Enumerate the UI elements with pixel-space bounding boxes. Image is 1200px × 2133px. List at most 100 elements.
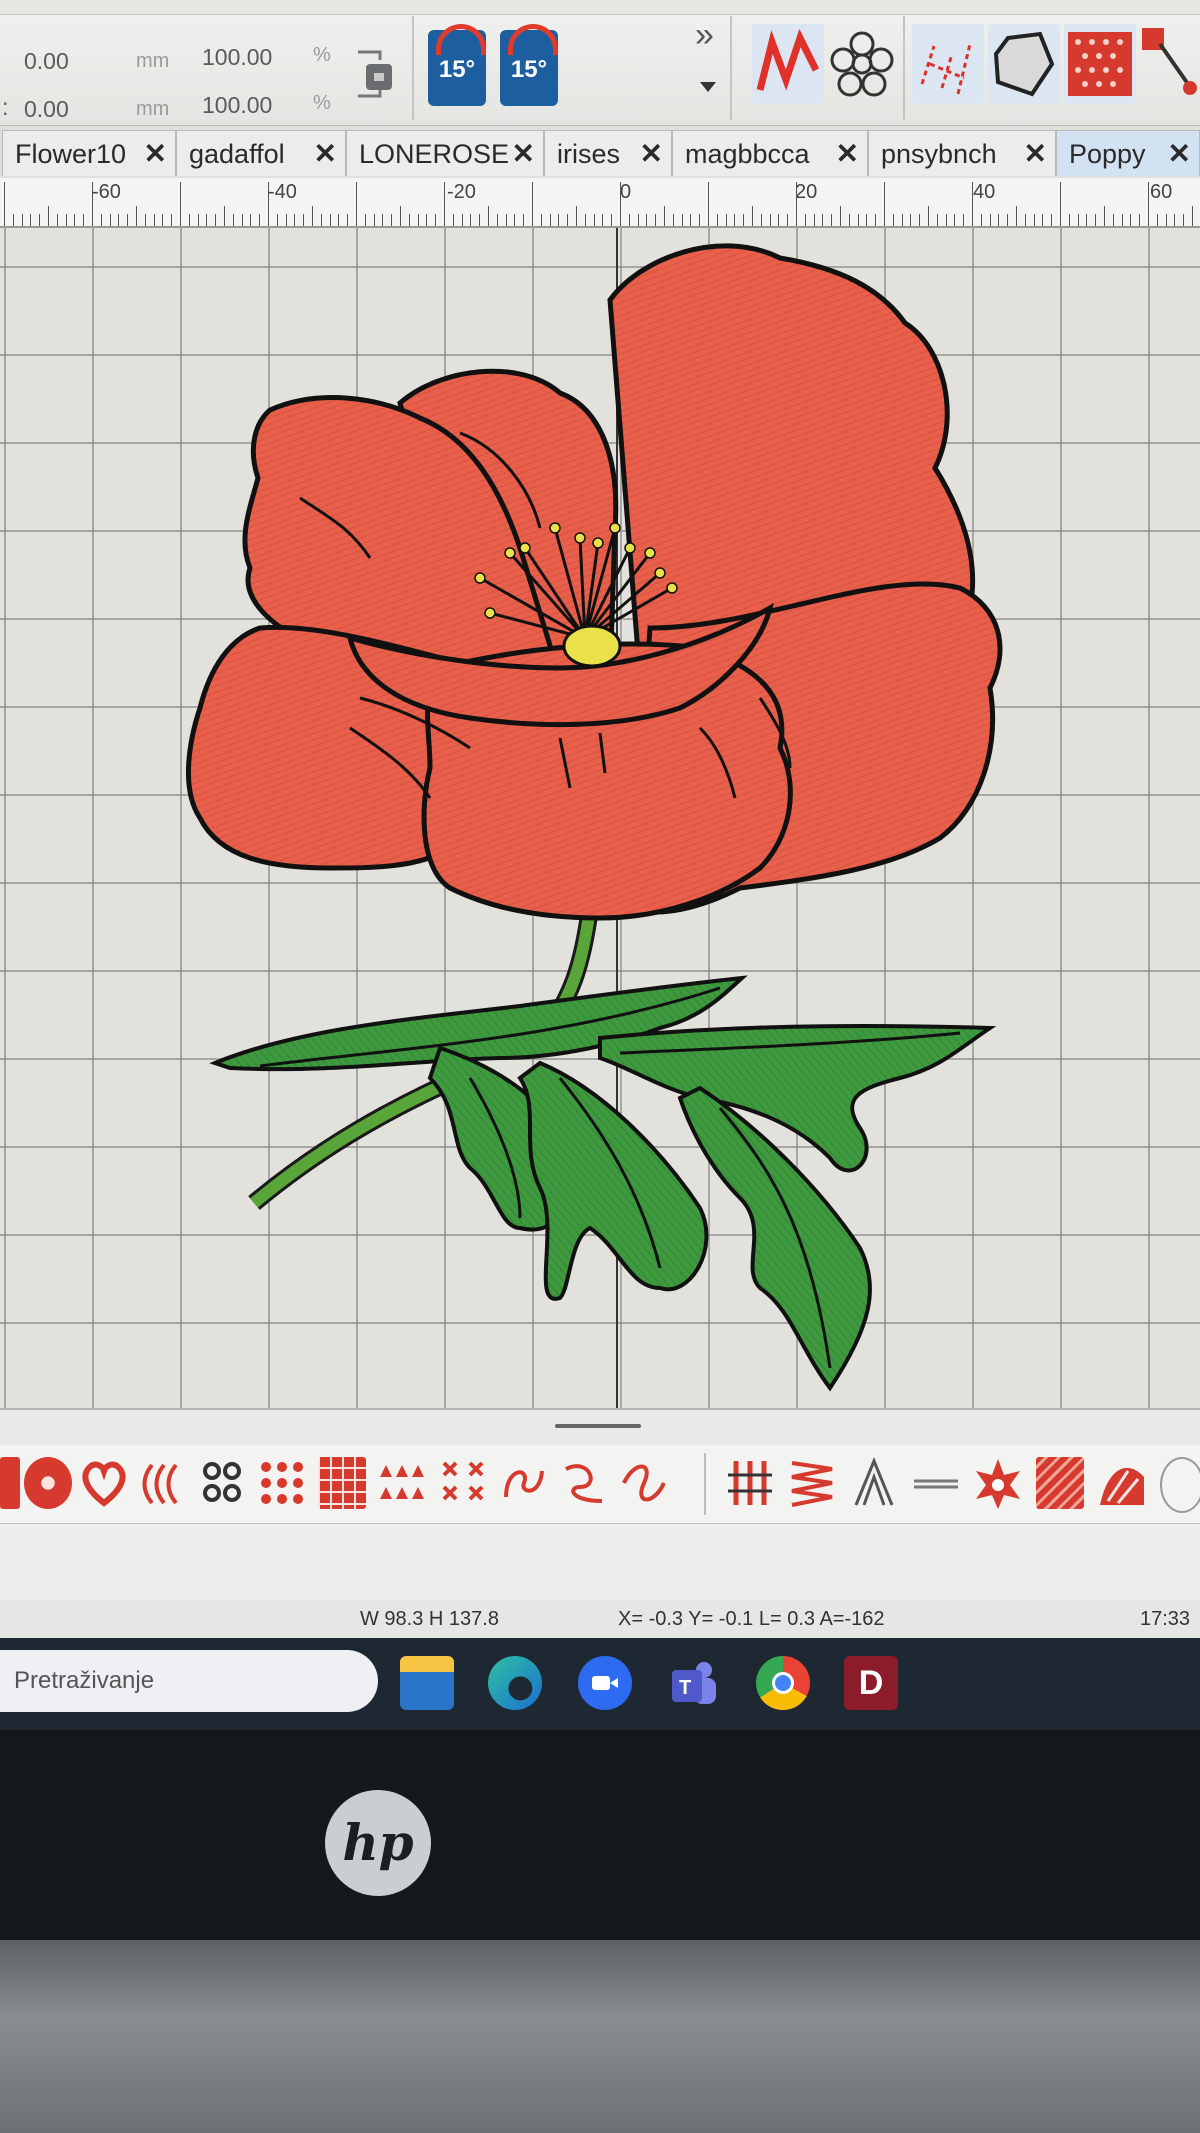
rosette-pattern-icon[interactable] [24, 1457, 72, 1509]
screen: 0.00 : 0.00 mm mm 100.00 100.00 % % 15° … [0, 0, 1200, 1730]
chrome-icon[interactable] [756, 1656, 810, 1710]
triangle-pattern-icon[interactable] [378, 1457, 426, 1509]
polygon-shape-button[interactable] [988, 24, 1060, 104]
lock-ratio-button[interactable] [352, 46, 396, 102]
fill-pattern-button[interactable] [1064, 24, 1136, 104]
search-placeholder: Pretraživanje [14, 1667, 155, 1694]
scatter-stitch-icon [920, 43, 972, 95]
teams-icon[interactable]: T [666, 1656, 720, 1710]
rotate-ccw-button[interactable]: 15° [428, 24, 486, 106]
close-icon[interactable]: ✕ [314, 131, 337, 177]
ruler-tick [1068, 214, 1070, 226]
ruler-tick [92, 182, 93, 226]
ruler-tick [576, 206, 577, 226]
taskbar-search-input[interactable]: Pretraživanje [0, 1650, 378, 1712]
close-icon[interactable]: ✕ [1024, 131, 1047, 177]
ruler-tick [118, 214, 120, 226]
ruler-tick [1121, 214, 1123, 226]
zoom-icon[interactable] [578, 1656, 632, 1710]
close-icon[interactable]: ✕ [512, 131, 535, 177]
more-patterns-icon[interactable] [1160, 1457, 1200, 1513]
file-explorer-icon[interactable] [400, 1656, 454, 1710]
ruler-tick [30, 214, 32, 226]
ruler-tick [752, 206, 753, 226]
panel-splitter[interactable] [0, 1408, 1200, 1447]
cross-pattern-icon[interactable] [440, 1457, 488, 1509]
scatter-stitch-button[interactable] [912, 24, 984, 104]
y-prefix: : [2, 94, 9, 120]
rotate-cw-label: 15° [510, 56, 548, 83]
ruler-tick [4, 182, 5, 226]
zigzag-stitch-button[interactable] [752, 24, 824, 104]
ruler-tick [1148, 182, 1149, 226]
grid-pattern-icon[interactable] [318, 1457, 366, 1509]
swirl-pattern-icon[interactable] [500, 1457, 548, 1509]
tab-lonerose[interactable]: LONEROSE ✕ [346, 130, 544, 176]
ruler-tick [840, 206, 841, 226]
stitchbar-separator [704, 1453, 706, 1515]
y-unit-label: mm [136, 98, 170, 120]
angle-stitch-icon[interactable] [850, 1457, 898, 1509]
ruler-tick [928, 206, 929, 226]
close-icon[interactable]: ✕ [1168, 131, 1191, 177]
polygon-shape-icon [993, 31, 1055, 97]
dropdown-arrow-icon[interactable] [700, 82, 716, 92]
x-position-field[interactable]: 0.00 [24, 48, 69, 75]
line-stitch-icon[interactable] [912, 1457, 960, 1509]
tab-gadaffol[interactable]: gadaffol ✕ [176, 130, 346, 176]
ruler-tick [1024, 214, 1026, 226]
embroidery-app-icon[interactable]: D [844, 1656, 898, 1710]
tab-pnsybnch[interactable]: pnsybnch ✕ [868, 130, 1056, 176]
ruler-tick [452, 214, 454, 226]
stitch-pattern-bar [0, 1445, 1200, 1524]
y-position-field[interactable]: 0.00 [24, 96, 69, 123]
scale-height-field[interactable]: 100.00 [202, 92, 272, 119]
ruler-tick [831, 214, 833, 226]
scale-width-field[interactable]: 100.00 [202, 44, 272, 71]
tab-poppy[interactable]: Poppy ✕ [1056, 130, 1200, 176]
knot-pattern-icon[interactable] [198, 1457, 246, 1509]
dots-pattern-icon[interactable] [258, 1457, 306, 1509]
heart-pattern-icon[interactable] [80, 1457, 128, 1509]
close-icon[interactable]: ✕ [836, 131, 859, 177]
ruler-tick [734, 214, 736, 226]
tatami-fill-icon[interactable] [1036, 1457, 1084, 1509]
hp-logo: hp [325, 1790, 431, 1896]
ruler-tick [813, 214, 815, 226]
satin-stitch-icon[interactable] [788, 1457, 836, 1509]
chevron-double-down-icon[interactable]: » [695, 18, 714, 52]
fill-pattern-icon [1068, 32, 1132, 96]
ruler-tick [1192, 206, 1193, 226]
ruler-label: 40 [973, 181, 996, 203]
ruler-tick [435, 214, 437, 226]
tab-flower10[interactable]: Flower10 ✕ [2, 130, 176, 176]
ruler-tick [760, 214, 762, 226]
ruler-label: 20 [795, 181, 818, 203]
windows-taskbar: Pretraživanje T D [0, 1638, 1200, 1730]
star-stitch-icon[interactable] [974, 1457, 1022, 1509]
pen-tool-button[interactable] [1138, 24, 1200, 104]
poppy-embroidery-design[interactable] [0, 228, 1200, 1408]
flower-outline-button[interactable] [826, 24, 898, 104]
close-icon[interactable]: ✕ [640, 131, 663, 177]
wave-pattern-icon[interactable] [140, 1457, 188, 1509]
ruler-label: -20 [447, 181, 476, 203]
rotate-cw-button[interactable]: 15° [500, 24, 558, 106]
close-icon[interactable]: ✕ [144, 131, 167, 177]
stitch-pattern-button[interactable] [0, 1457, 20, 1509]
motif-fill-icon[interactable] [1098, 1457, 1146, 1509]
design-canvas[interactable] [0, 228, 1200, 1408]
swirl3-pattern-icon[interactable] [620, 1457, 668, 1509]
swirl2-pattern-icon[interactable] [560, 1457, 608, 1509]
bars-stitch-icon[interactable] [726, 1457, 774, 1509]
ruler-tick [1130, 214, 1132, 226]
edge-icon[interactable] [488, 1656, 542, 1710]
ruler-tick [382, 214, 384, 226]
ruler-label: -40 [268, 181, 297, 203]
tab-magbbcca[interactable]: magbbcca ✕ [672, 130, 868, 176]
splitter-grip-icon[interactable] [555, 1424, 641, 1428]
toolbar-separator [412, 16, 414, 120]
ruler-tick [391, 214, 393, 226]
tab-irises[interactable]: irises ✕ [544, 130, 672, 176]
ruler-tick [664, 206, 665, 226]
